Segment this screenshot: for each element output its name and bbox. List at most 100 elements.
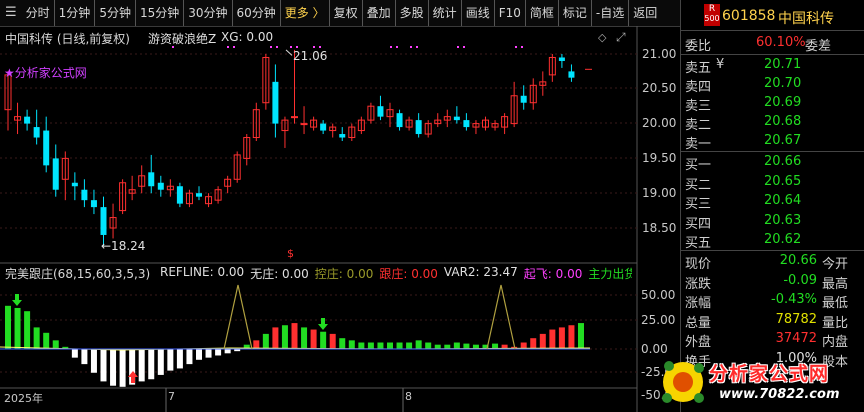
xg-value: XG: 0.00	[221, 30, 274, 44]
stock-name: 中国科传	[778, 11, 834, 27]
buy-level-row[interactable]: 买三 20.64	[681, 191, 864, 212]
indicator-bar	[539, 333, 546, 349]
signal-dot	[521, 46, 523, 48]
toolbar-item-14[interactable]: 标记	[557, 0, 591, 26]
candle-body	[148, 172, 155, 187]
indicator-bar	[396, 342, 403, 349]
toolbar-item-11[interactable]: 画线	[460, 0, 494, 26]
watermark-text: ★分析家公式网	[4, 66, 87, 80]
toolbar-item-4[interactable]: 30分钟	[183, 0, 231, 26]
lower-indicator-values: REFLINE: 0.00 无庄: 0.00 控庄: 0.00 跟庄: 0.00 VAR…	[160, 265, 632, 282]
indicator-bar	[167, 349, 174, 371]
toolbar-item-7[interactable]: 复权	[328, 0, 362, 26]
kongzhuang-peak	[223, 284, 253, 350]
toolbar-item-16[interactable]: 返回	[628, 0, 661, 26]
sell-level-row[interactable]: 卖一 20.67	[681, 131, 864, 152]
indicator-bar	[176, 349, 183, 369]
diamond-icon[interactable]: ◇	[598, 31, 606, 44]
signal-dot	[416, 46, 418, 48]
signal-dot	[270, 46, 272, 48]
indicator-bar	[186, 349, 193, 365]
indicator-bar	[358, 342, 365, 349]
indicator-bar	[348, 340, 355, 349]
toolbar-item-1[interactable]: 1分钟	[53, 0, 95, 26]
candle-body	[71, 182, 78, 187]
price-axis-label: 19.50	[642, 151, 677, 165]
quote-panel: R 500 601858 中国科传 委比 60.10% 委差 卖五 ¥20.71 卖四…	[680, 0, 864, 412]
indicator-bar	[339, 338, 346, 349]
kline-chart[interactable]	[0, 26, 680, 412]
candle-body	[52, 158, 59, 190]
indicator-bar	[5, 305, 11, 349]
candle-body	[558, 57, 565, 61]
indicator-bar	[281, 325, 288, 349]
indicator-bar	[530, 338, 537, 349]
toolbar-item-0[interactable]: 分时	[22, 0, 54, 26]
date-axis-label: 8	[405, 390, 412, 403]
indicator-bar	[81, 349, 88, 365]
grid-menu-icon[interactable]: ☰	[0, 0, 22, 26]
toolbar-item-10[interactable]: 统计	[427, 0, 461, 26]
indicator-bar	[425, 342, 432, 349]
expand-icon[interactable]: ⤢	[616, 30, 626, 45]
sell-level-row[interactable]: 卖三 20.69	[681, 93, 864, 114]
lower-indicator-item: 主力出货: 20.5	[588, 267, 632, 281]
lower-indicator-item: VAR2: 23.47	[443, 265, 518, 279]
toolbar-item-2[interactable]: 5分钟	[94, 0, 135, 26]
high-pointer	[285, 49, 293, 56]
indicator-bar	[196, 349, 202, 360]
candle-body	[339, 134, 346, 138]
indicator-bar	[291, 323, 298, 349]
signal-dot	[410, 46, 412, 48]
toolbar-item-13[interactable]: 简框	[524, 0, 558, 26]
candle-body	[415, 120, 422, 135]
indicator-bar	[224, 349, 231, 354]
toolbar-item-15[interactable]: -自选	[590, 0, 628, 26]
indicator-bar	[138, 349, 145, 382]
candle-body	[463, 120, 470, 128]
price-axis-label: 21.00	[642, 47, 677, 61]
signal-dot	[463, 46, 465, 48]
site-logo: 分析家公式网 www.70822.com	[657, 354, 864, 412]
lower-axis-label: 25.00	[641, 313, 676, 327]
indicator-bar	[110, 349, 117, 386]
candle-body	[520, 95, 527, 103]
sell-level-row[interactable]: 卖二 20.68	[681, 112, 864, 133]
lower-indicator-item: 控庄: 0.00	[314, 267, 374, 281]
candle-body	[272, 81, 279, 124]
lower-indicator-item: 无庄: 0.00	[250, 267, 309, 281]
toolbar-item-8[interactable]: 叠加	[361, 0, 395, 26]
buy-level-row[interactable]: 买四 20.63	[681, 211, 864, 232]
indicator-bar	[558, 327, 565, 349]
indicator-bar	[52, 340, 59, 349]
indicator-bar	[24, 311, 31, 349]
indicator-bar	[367, 342, 374, 349]
sell-level-row[interactable]: 卖四 20.70	[681, 74, 864, 95]
green-down-arrow-icon	[12, 294, 22, 306]
buy-level-row[interactable]: 买一 20.66	[681, 152, 864, 173]
toolbar-item-3[interactable]: 15分钟	[134, 0, 183, 26]
toolbar-item-12[interactable]: F10	[493, 0, 525, 26]
indicator-bar	[262, 333, 269, 349]
candle-body	[176, 186, 183, 204]
stock-code: 601858	[722, 8, 776, 24]
date-axis-label: 7	[168, 390, 175, 403]
buy-level-row[interactable]: 买五 20.62	[681, 230, 864, 251]
period-toolbar: ☰ 分时 1分钟 5分钟 15分钟 30分钟 60分钟 更多 〉复权 叠加 多股 统计 画线 F10 简…	[0, 0, 680, 27]
event-marker[interactable]: $	[287, 247, 294, 260]
candle-body	[43, 130, 50, 166]
indicator-bar	[568, 325, 575, 349]
sell-level-row[interactable]: 卖五 ¥20.71	[681, 55, 864, 76]
signal-dot	[233, 46, 235, 48]
toolbar-item-5[interactable]: 60分钟	[231, 0, 280, 26]
candle-body	[568, 71, 575, 78]
lower-axis-label: 50.00	[641, 288, 676, 302]
candle-body	[320, 123, 327, 131]
indicator-bar	[272, 327, 279, 349]
lower-indicator-title: 完美跟庄(68,15,60,3,5,3)	[5, 267, 151, 281]
buy-level-row[interactable]: 买二 20.65	[681, 172, 864, 193]
toolbar-item-9[interactable]: 多股	[394, 0, 428, 26]
indicator-bar	[310, 329, 317, 349]
toolbar-item-6[interactable]: 更多 〉	[279, 0, 329, 26]
indicator-bar	[215, 349, 222, 356]
